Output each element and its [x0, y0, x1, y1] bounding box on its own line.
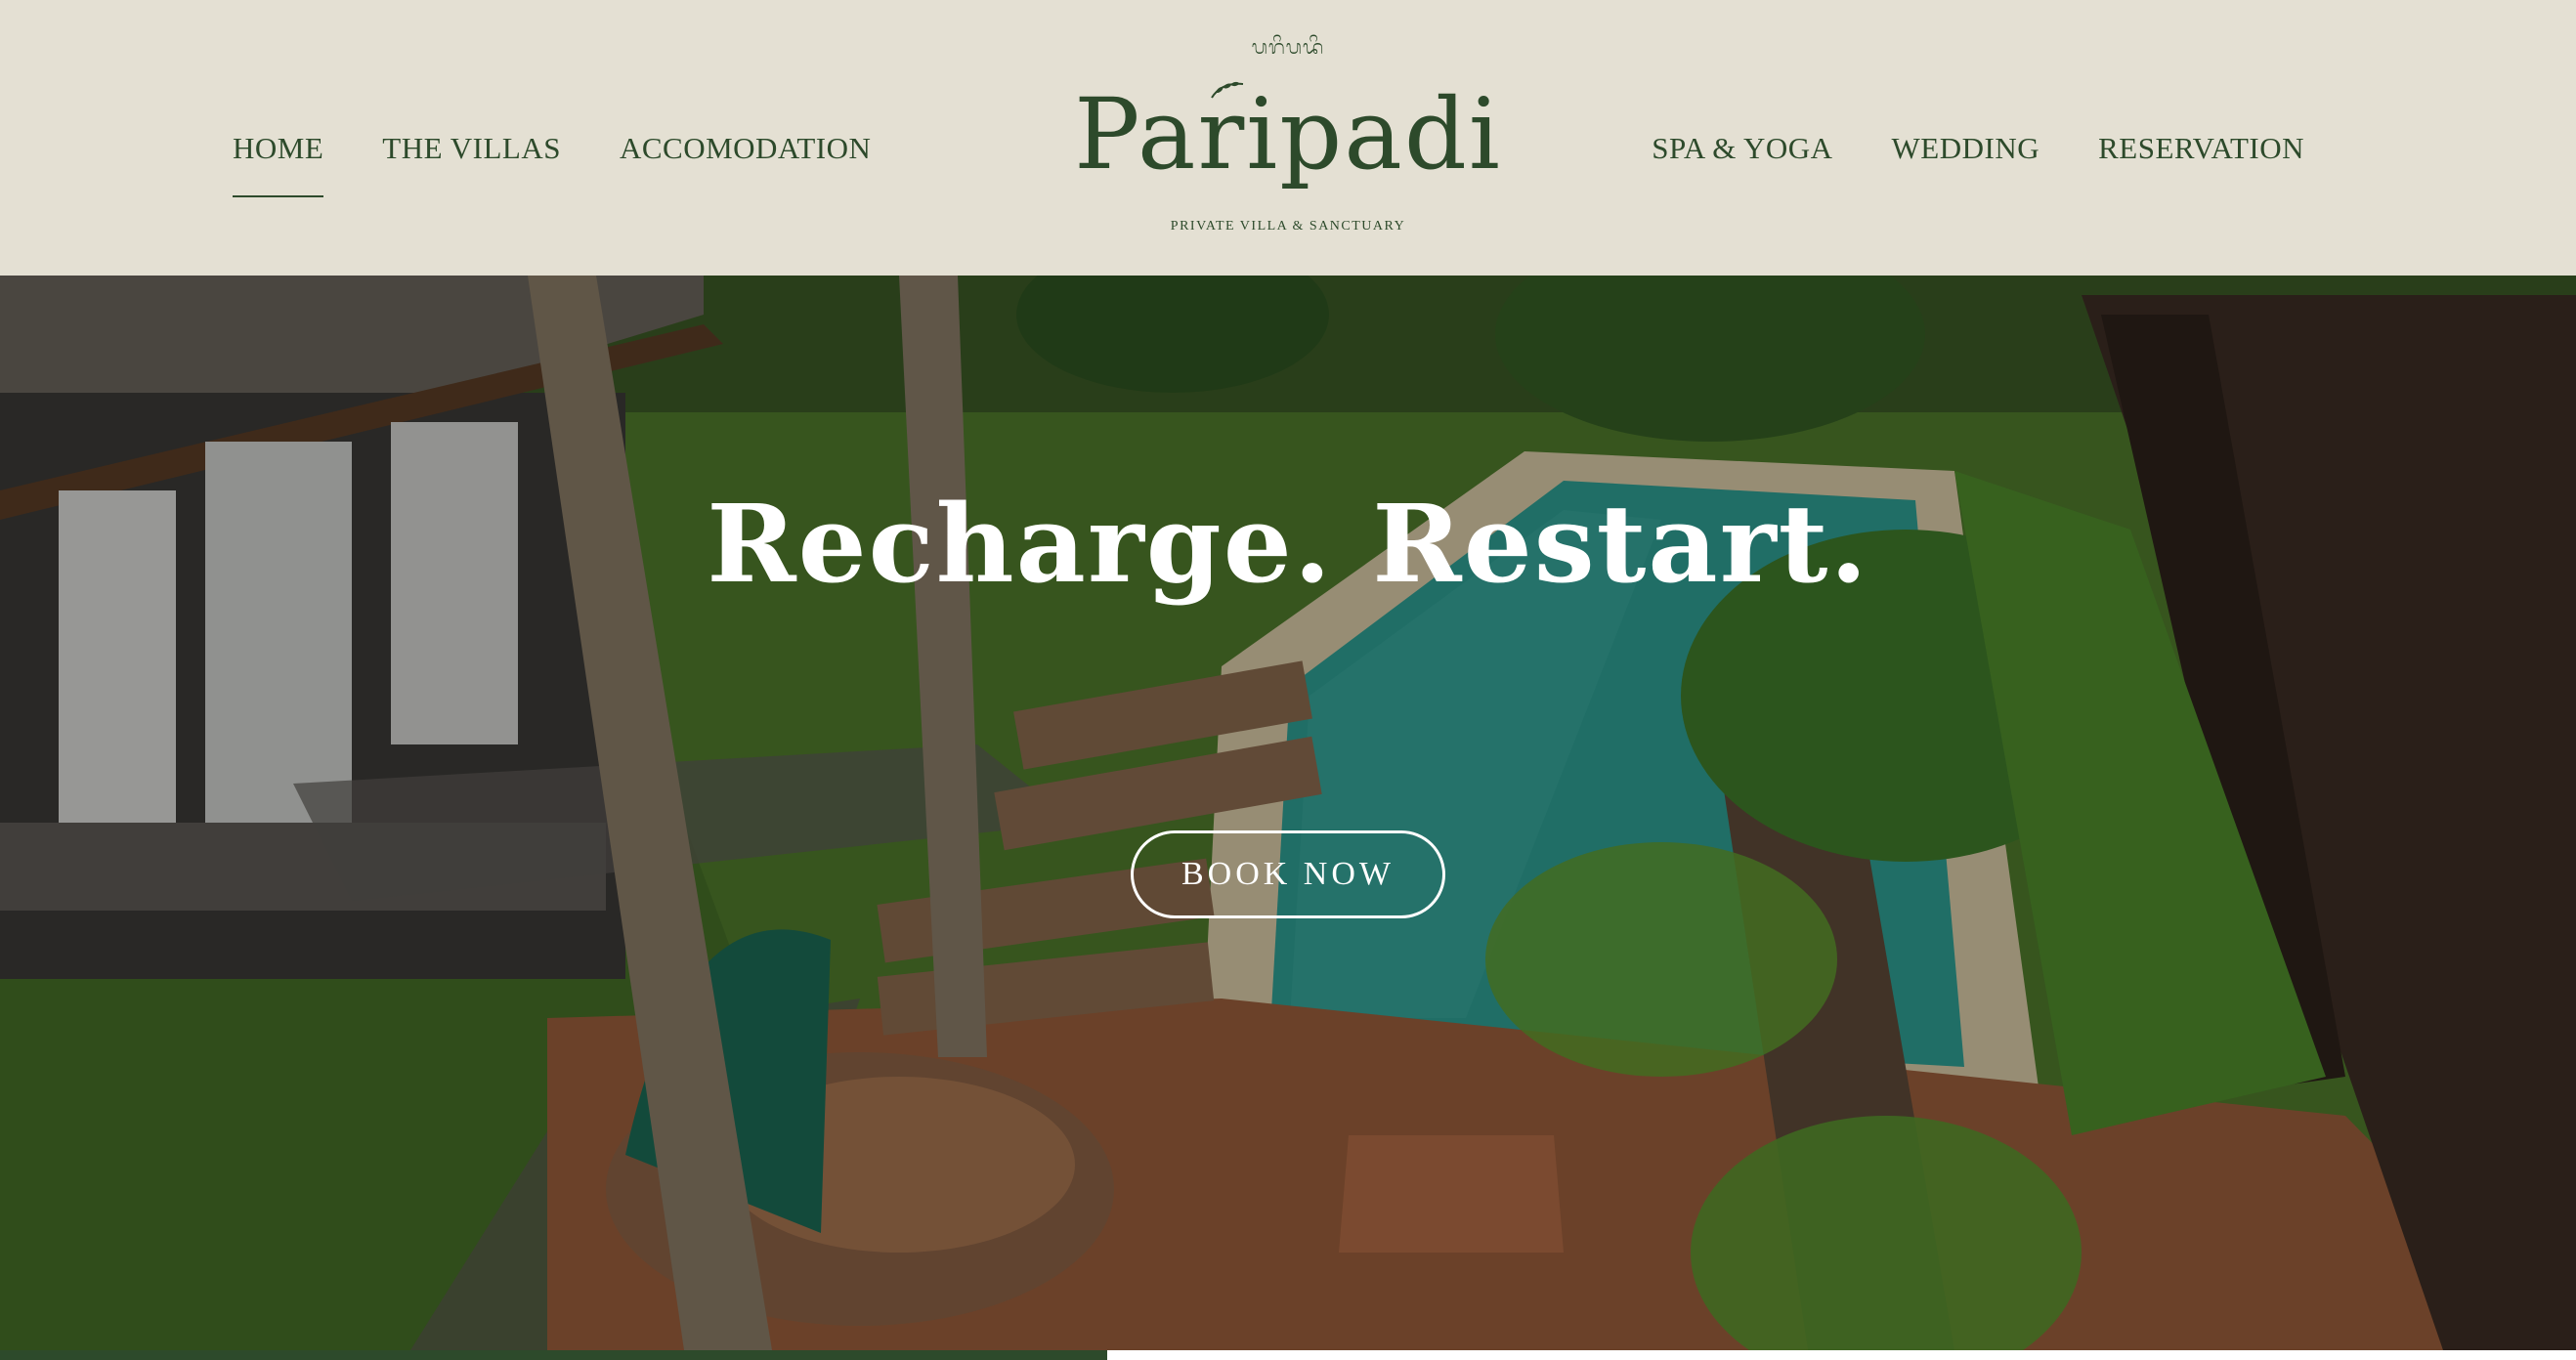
slider-progress-bar	[0, 1350, 2576, 1360]
site-header: HOME THE VILLAS ACCOMODATION ᬧᬭᬶᬧᬤᬶ Pari…	[0, 0, 2576, 276]
nav-spa-yoga[interactable]: SPA & YOGA	[1652, 127, 1832, 170]
brand-wordmark-text: Paripadi	[1074, 77, 1502, 191]
brand-tagline: PRIVATE VILLA & SANCTUARY	[1170, 219, 1406, 234]
brand-script-text: ᬧᬭᬶᬧᬤᬶ	[1251, 35, 1325, 59]
primary-nav-left: HOME THE VILLAS ACCOMODATION	[233, 127, 929, 197]
brand-logo[interactable]: ᬧᬭᬶᬧᬤᬶ Paripadi PRIVATE VILLA & SANCTUAR…	[1044, 29, 1532, 244]
nav-reservation[interactable]: RESERVATION	[2098, 127, 2304, 170]
leaf-ornament-icon	[1211, 81, 1244, 99]
nav-accomodation[interactable]: ACCOMODATION	[620, 127, 871, 170]
hero-dim-overlay	[0, 276, 2576, 1350]
nav-wedding[interactable]: WEDDING	[1892, 127, 2040, 170]
nav-the-villas[interactable]: THE VILLAS	[382, 127, 561, 170]
brand-wordmark: Paripadi	[1044, 76, 1532, 193]
hero-title: Recharge. Restart.	[707, 481, 1869, 607]
nav-home[interactable]: HOME	[233, 127, 324, 197]
slider-progress-fill	[0, 1350, 1108, 1360]
book-now-button[interactable]: BOOK NOW	[1131, 830, 1445, 918]
primary-nav-right: SPA & YOGA WEDDING RESERVATION	[1593, 127, 2304, 170]
hero-slider: Recharge. Restart. BOOK NOW	[0, 276, 2576, 1350]
